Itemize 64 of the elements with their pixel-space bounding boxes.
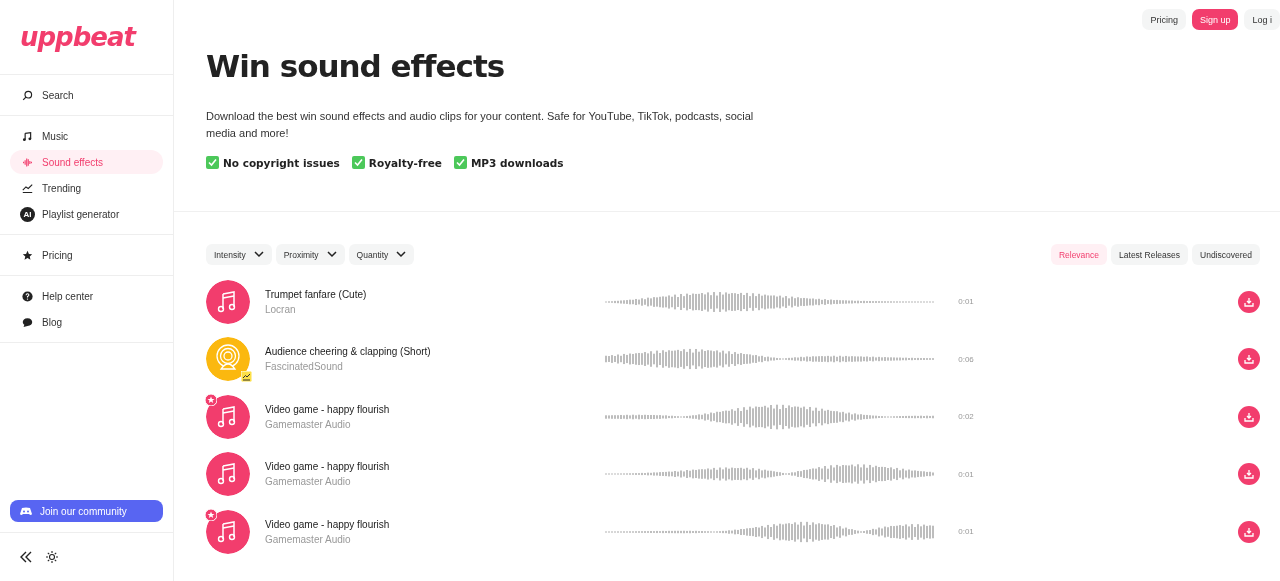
download-button[interactable] bbox=[1238, 405, 1260, 428]
join-community-button[interactable]: Join our community bbox=[10, 500, 163, 522]
page-description: Download the best win sound effects and audio clips for your content. Safe for YouTube, TikTok, podcasts, social media and more! bbox=[206, 109, 755, 141]
gamepad-icon bbox=[20, 506, 32, 516]
nav-item[interactable]: Music bbox=[10, 124, 163, 148]
download-button[interactable] bbox=[1238, 348, 1260, 371]
filter-dropdown[interactable]: Intensity bbox=[206, 244, 272, 265]
track-title[interactable]: Trumpet fanfare (Cute) bbox=[265, 288, 605, 300]
download-button[interactable] bbox=[1238, 463, 1260, 486]
feature-label: No copyright issues bbox=[223, 156, 340, 169]
track-duration: 0:01 bbox=[957, 469, 975, 479]
track-duration: 0:06 bbox=[957, 354, 975, 364]
nav-item[interactable]: Help center bbox=[10, 284, 163, 308]
music-note-artwork bbox=[206, 279, 250, 324]
track-title[interactable]: Audience cheering & clapping (Short) bbox=[265, 346, 605, 358]
filter-dropdown[interactable]: Quantity bbox=[348, 244, 415, 265]
track-duration: 0:01 bbox=[957, 527, 975, 537]
nav-item[interactable]: Pricing bbox=[10, 243, 163, 267]
download-icon bbox=[1244, 469, 1254, 480]
header-button[interactable]: Log i bbox=[1244, 9, 1280, 30]
chevron-down-icon bbox=[326, 251, 337, 258]
check-icon bbox=[453, 156, 467, 169]
sort-tab[interactable]: Undiscovered bbox=[1192, 244, 1260, 265]
chevron-down-icon bbox=[396, 251, 407, 258]
download-button[interactable] bbox=[1238, 290, 1260, 313]
chat-bubble-icon bbox=[22, 316, 33, 328]
chevron-down-icon bbox=[253, 251, 264, 258]
star-icon bbox=[22, 249, 33, 261]
music-note-artwork bbox=[206, 452, 250, 497]
track-title[interactable]: Video game - happy flourish bbox=[265, 461, 605, 473]
nav-item[interactable]: Trending bbox=[10, 176, 163, 200]
check-icon bbox=[206, 156, 219, 169]
help-icon bbox=[22, 290, 33, 302]
header-button[interactable]: Pricing bbox=[1142, 9, 1186, 30]
download-icon bbox=[1244, 526, 1254, 537]
waveform-icon bbox=[22, 156, 33, 168]
download-icon bbox=[1244, 411, 1254, 422]
feature-label: Royalty-free bbox=[368, 156, 442, 169]
filter-dropdown[interactable]: Proximity bbox=[275, 244, 345, 265]
check-icon bbox=[351, 156, 365, 169]
music-note-artwork bbox=[206, 509, 250, 554]
nav-item[interactable]: AI Playlist generator bbox=[10, 202, 163, 226]
download-icon bbox=[1244, 354, 1254, 365]
track-duration: 0:01 bbox=[957, 297, 975, 307]
download-icon bbox=[1244, 296, 1254, 307]
nav-item[interactable]: Blog bbox=[10, 310, 163, 334]
track-title[interactable]: Video game - happy flourish bbox=[265, 518, 605, 530]
track-duration: 0:02 bbox=[957, 412, 975, 422]
sun-icon[interactable] bbox=[46, 551, 58, 563]
track-title[interactable]: Video game - happy flourish bbox=[265, 403, 605, 415]
ai-icon: AI bbox=[20, 206, 35, 222]
sort-tab[interactable]: Latest Releases bbox=[1111, 244, 1188, 265]
music-note-icon bbox=[22, 130, 33, 142]
trend-icon bbox=[22, 182, 33, 194]
music-note-artwork bbox=[206, 394, 250, 439]
logo[interactable]: uppbeat bbox=[0, 0, 173, 75]
collapse-icon[interactable] bbox=[20, 551, 32, 563]
nav-item[interactable]: Search bbox=[10, 83, 163, 107]
broadcast-artwork bbox=[206, 337, 250, 382]
search-icon bbox=[22, 89, 33, 101]
feature-label: MP3 downloads bbox=[470, 156, 564, 169]
download-button[interactable] bbox=[1238, 520, 1260, 543]
page-title: Win sound effects bbox=[206, 48, 506, 84]
header-button[interactable]: Sign up bbox=[1191, 9, 1239, 30]
